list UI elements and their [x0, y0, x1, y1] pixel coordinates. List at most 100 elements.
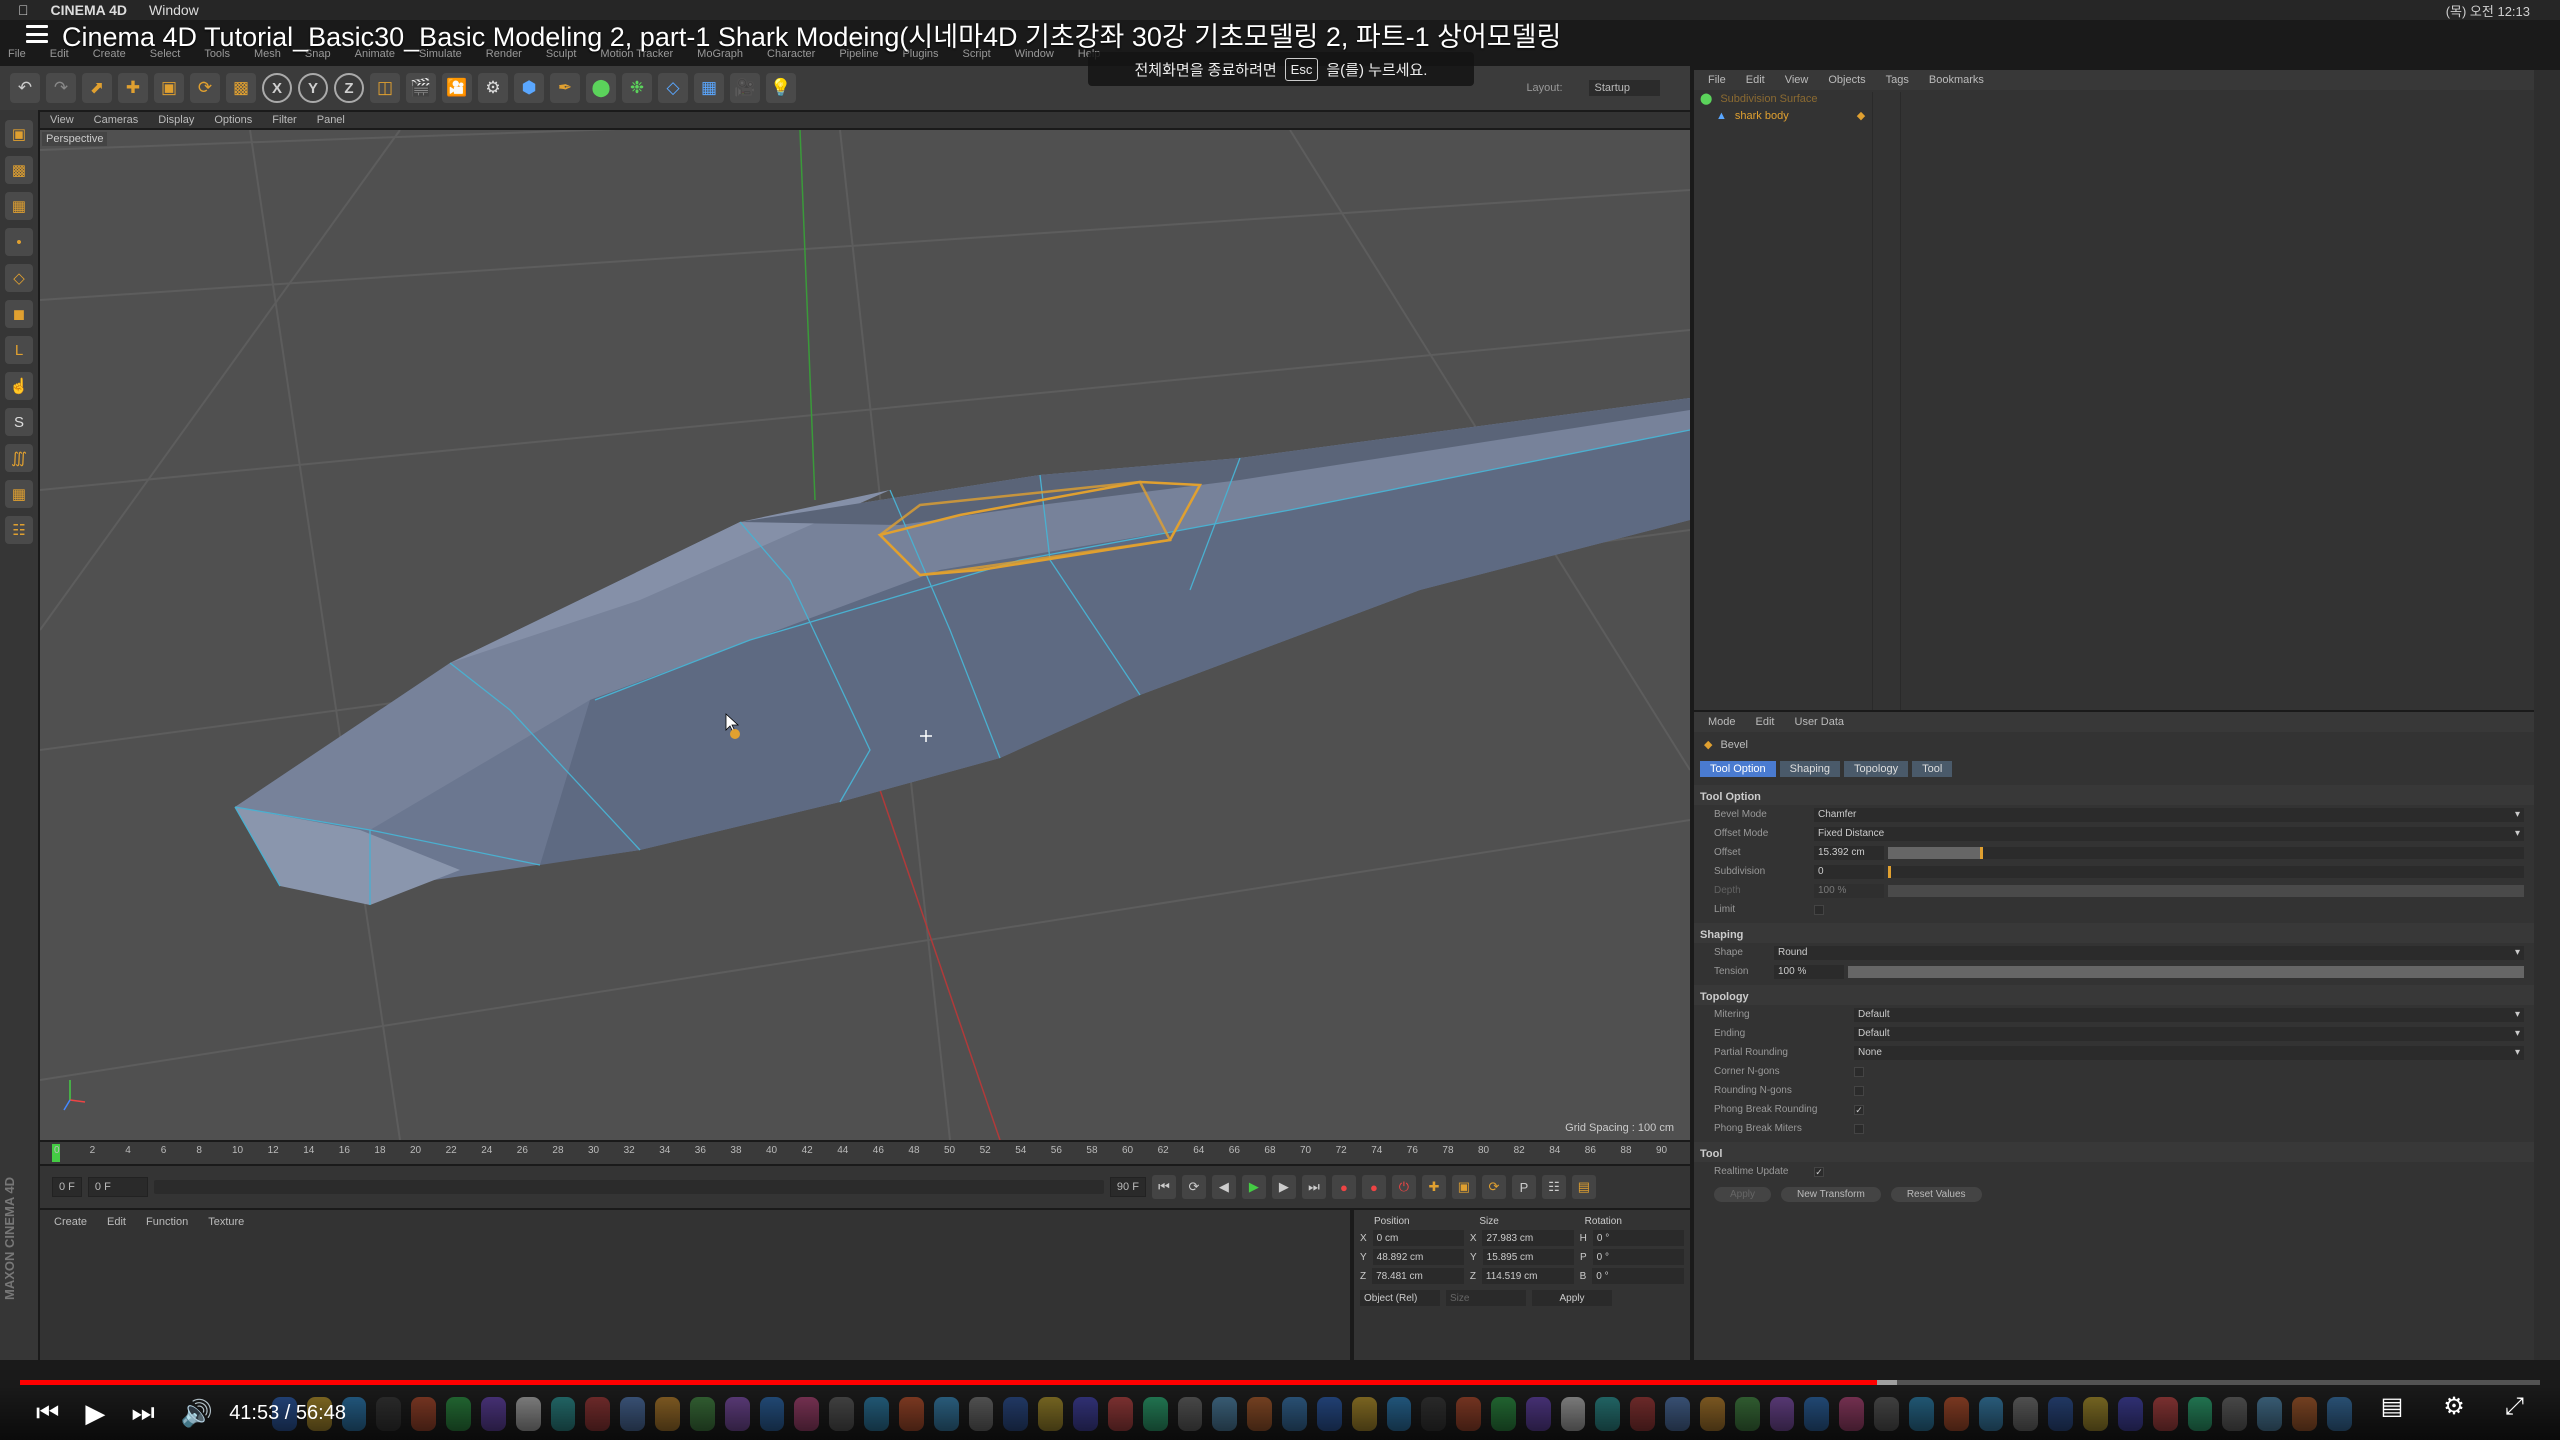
coord-system-icon[interactable]: ◫ [370, 73, 400, 103]
attribute-tab[interactable]: Tool Option [1700, 761, 1776, 777]
coord-position-field[interactable]: 48.892 cm [1372, 1249, 1464, 1265]
subdivision-generator-icon[interactable]: ⬤ [586, 73, 616, 103]
viewport-menu-item[interactable]: Filter [272, 114, 296, 126]
rotate-tool-icon[interactable]: ⟳ [190, 73, 220, 103]
end-frame-field[interactable]: 90 F [1109, 1177, 1146, 1197]
step-back-icon[interactable]: ◀ [1211, 1175, 1236, 1199]
redo-icon[interactable]: ↷ [46, 73, 76, 103]
rounding-ngons-checkbox[interactable] [1854, 1085, 1864, 1096]
coord-size-field[interactable]: 15.895 cm [1482, 1249, 1574, 1265]
preview-range-slider[interactable] [153, 1180, 1104, 1194]
workplane-icon[interactable]: ▦ [5, 192, 33, 220]
workplane-lock-icon[interactable]: ▦ [5, 480, 33, 508]
viewport-menu-item[interactable]: View [50, 114, 74, 126]
mitering-dropdown[interactable]: Default ▾ [1854, 1007, 2524, 1022]
coord-position-field[interactable]: 78.481 cm [1372, 1268, 1464, 1284]
subdivision-field[interactable]: 0 [1814, 864, 1884, 879]
mac-clock[interactable]: (목) 오전 12:13 [2446, 1, 2530, 20]
key-rotation-icon[interactable]: ⟳ [1481, 1175, 1506, 1199]
object-menu-item[interactable]: Edit [1746, 74, 1765, 86]
points-mode-icon[interactable]: • [5, 228, 33, 256]
coord-apply-button[interactable]: Apply [1532, 1290, 1612, 1306]
next-icon[interactable]: ⏭ [131, 1397, 154, 1429]
object-name[interactable]: shark body [1735, 110, 1789, 122]
viewport[interactable]: Perspective Grid Spacing : 100 cm [40, 130, 1690, 1140]
polygons-mode-icon[interactable]: ◼ [5, 300, 33, 328]
coord-position-field[interactable]: 0 cm [1372, 1230, 1464, 1246]
play-icon[interactable]: ▶ [1241, 1175, 1266, 1199]
keyframe-selection-icon[interactable]: ⏻ [1391, 1175, 1416, 1199]
new-transform-button[interactable]: New Transform [1781, 1187, 1881, 1202]
coord-rotation-field[interactable]: 0 ° [1592, 1230, 1684, 1246]
camera-icon[interactable]: 🎥 [730, 73, 760, 103]
autokey-icon[interactable]: ● [1361, 1175, 1386, 1199]
object-name[interactable]: Subdivision Surface [1720, 93, 1817, 105]
previous-icon[interactable]: ⏮ [36, 1397, 59, 1429]
coord-size-field[interactable]: 27.983 cm [1482, 1230, 1574, 1246]
section-tool-option[interactable]: Tool Option [1694, 785, 2534, 805]
key-scale-icon[interactable]: ▣ [1451, 1175, 1476, 1199]
render-view-icon[interactable]: 🎬 [406, 73, 436, 103]
object-menu-item[interactable]: Objects [1828, 74, 1865, 86]
select-tool-icon[interactable]: ⬈ [82, 73, 112, 103]
loop-icon[interactable]: ⟳ [1181, 1175, 1206, 1199]
object-row-shark-body[interactable]: ▲ shark body ◆ [1694, 107, 2534, 124]
offset-slider[interactable] [1888, 846, 2524, 859]
key-parameter-icon[interactable]: P [1511, 1175, 1536, 1199]
limit-checkbox[interactable] [1814, 904, 1824, 915]
coord-size-dropdown[interactable]: Size [1446, 1290, 1526, 1306]
menu-icon[interactable] [26, 25, 48, 43]
undo-icon[interactable]: ↶ [10, 73, 40, 103]
coord-rotation-field[interactable]: 0 ° [1592, 1268, 1684, 1284]
timeline-window-icon[interactable]: ▤ [1571, 1175, 1596, 1199]
magnet-icon[interactable]: ∭ [5, 444, 33, 472]
ending-dropdown[interactable]: Default ▾ [1854, 1026, 2524, 1041]
attribute-menu-item[interactable]: Mode [1708, 716, 1736, 728]
light-icon[interactable]: 💡 [766, 73, 796, 103]
material-menu-item[interactable]: Texture [208, 1216, 244, 1228]
render-picture-viewer-icon[interactable]: 🎦 [442, 73, 472, 103]
exit-fullscreen-icon[interactable]: ⤢ [2505, 1393, 2524, 1421]
step-forward-icon[interactable]: ▶ [1271, 1175, 1296, 1199]
z-axis-icon[interactable]: Z [334, 73, 364, 103]
array-icon[interactable]: ❉ [622, 73, 652, 103]
pen-spline-icon[interactable]: ✒ [550, 73, 580, 103]
material-menu-item[interactable]: Edit [107, 1216, 126, 1228]
reset-values-button[interactable]: Reset Values [1890, 1187, 1982, 1202]
floor-scene-icon[interactable]: ▦ [694, 73, 724, 103]
object-menu-item[interactable]: Bookmarks [1929, 74, 1984, 86]
apply-button[interactable]: Apply [1714, 1187, 1772, 1202]
grid-icon[interactable]: ☷ [5, 516, 33, 544]
captions-icon[interactable]: ▤ [2381, 1392, 2404, 1421]
start-frame-field[interactable]: 0 F [87, 1177, 148, 1197]
current-frame-field[interactable]: 0 F [52, 1177, 82, 1197]
attribute-menu-item[interactable]: Edit [1756, 716, 1775, 728]
object-menu-item[interactable]: View [1785, 74, 1809, 86]
viewport-menu-item[interactable]: Cameras [94, 114, 139, 126]
scale-tool-icon[interactable]: ▣ [154, 73, 184, 103]
tension-field[interactable]: 100 % [1774, 964, 1844, 979]
section-tool[interactable]: Tool [1694, 1142, 2534, 1162]
attribute-tab[interactable]: Topology [1844, 761, 1909, 777]
coord-size-field[interactable]: 114.519 cm [1481, 1268, 1574, 1284]
y-axis-icon[interactable]: Y [298, 73, 328, 103]
key-position-icon[interactable]: ✚ [1421, 1175, 1446, 1199]
recent-tool-icon[interactable]: ▩ [226, 73, 256, 103]
tweak-mode-icon[interactable]: ☝ [5, 372, 33, 400]
coord-rotation-field[interactable]: 0 ° [1592, 1249, 1684, 1265]
render-settings-icon[interactable]: ⚙ [478, 73, 508, 103]
play-pause-icon[interactable]: ▶ [85, 1398, 105, 1429]
corner-ngons-checkbox[interactable] [1854, 1066, 1864, 1077]
tension-slider[interactable] [1848, 965, 2524, 978]
deformer-icon[interactable]: ◇ [658, 73, 688, 103]
attribute-tab[interactable]: Shaping [1779, 761, 1841, 777]
viewport-menu-item[interactable]: Panel [317, 114, 345, 126]
offset-field[interactable]: 15.392 cm [1814, 845, 1884, 860]
edges-mode-icon[interactable]: ◇ [5, 264, 33, 292]
object-menu-item[interactable]: File [1708, 74, 1726, 86]
bevel-mode-dropdown[interactable]: Chamfer ▾ [1814, 807, 2524, 822]
record-icon[interactable]: ● [1331, 1175, 1356, 1199]
material-menu-item[interactable]: Create [54, 1216, 87, 1228]
coord-mode-dropdown[interactable]: Object (Rel) [1360, 1290, 1440, 1306]
object-row-subdivision[interactable]: ⬤ Subdivision Surface [1694, 90, 2534, 107]
